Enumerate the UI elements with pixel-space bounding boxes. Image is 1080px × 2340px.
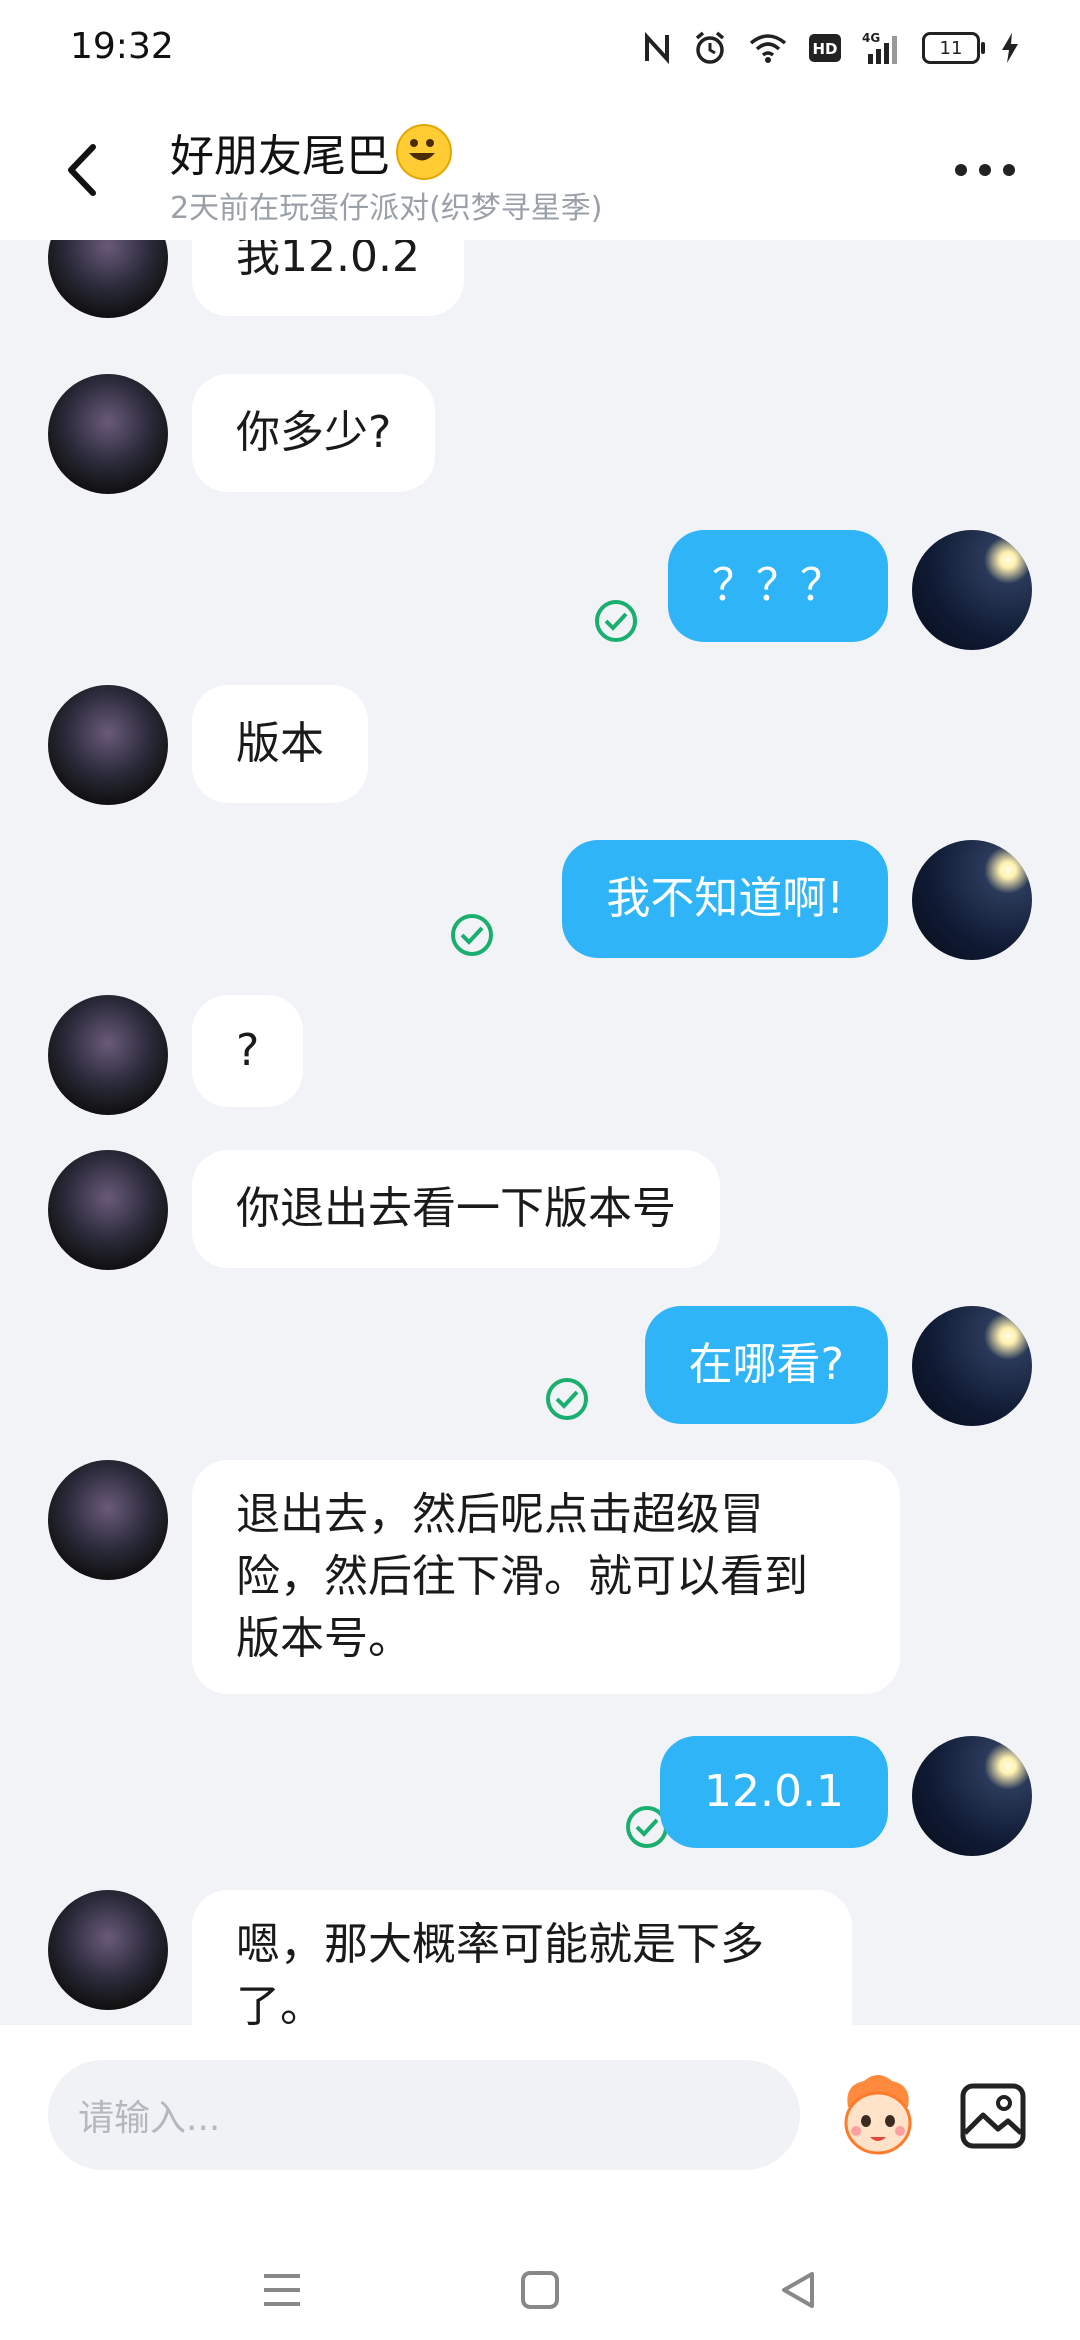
friend-avatar[interactable] [48,995,168,1115]
message-text: 版本 [236,718,324,769]
svg-text:4G: 4G [862,31,880,45]
message-text: ? [236,1025,260,1076]
alarm-icon [692,28,728,68]
composer: 请输入... [0,2025,1080,2340]
charging-icon [1000,28,1020,68]
friend-avatar[interactable] [48,1890,168,2010]
message-bubble-incoming[interactable]: ? [192,995,304,1107]
egg-mascot-icon [844,2075,912,2155]
menu-nav-button[interactable] [252,2260,312,2320]
message-bubble-incoming[interactable]: 退出去，然后呢点击超级冒 险，然后往下滑。就可以看到 版本号。 [192,1460,900,1694]
message-bubble-outgoing[interactable]: 在哪看? [644,1306,888,1424]
more-options-button[interactable] [955,155,1025,185]
nfc-icon [642,28,672,68]
message-text-line: 嗯，那大概率可能就是下多 [236,1919,764,1970]
my-avatar[interactable] [912,530,1032,650]
sticker-button[interactable] [830,2067,926,2163]
read-check-icon [450,913,494,957]
message-text-line: 了。 [236,1981,324,2025]
back-button[interactable] [55,135,115,205]
friend-avatar[interactable] [48,1460,168,1580]
chat-title: 好朋友尾巴 [170,120,452,184]
message-bubble-outgoing[interactable]: ？？？ [668,530,888,642]
dot-icon [979,164,991,176]
back-triangle-icon [782,2272,814,2308]
friend-avatar[interactable] [48,685,168,805]
chat-header: 好朋友尾巴 2天前在玩蛋仔派对(织梦寻星季) [0,95,1080,240]
my-avatar[interactable] [912,1306,1032,1426]
message-bubble-outgoing[interactable]: 我不知道啊! [562,840,888,958]
image-icon [960,2083,1026,2149]
message-text: 你退出去看一下版本号 [236,1183,676,1234]
message-text-line: 版本号。 [236,1613,412,1664]
status-time: 19:32 [70,26,174,67]
svg-text:HD: HD [812,40,837,58]
smiley-emoji-icon [396,124,452,180]
status-bar: 19:32 HD 4G 11 [0,0,1080,95]
friend-avatar[interactable] [48,240,168,318]
dot-icon [1003,164,1015,176]
message-list[interactable]: 我12.0.2 你多少? ？？？ 版本 我不知道啊! ? 你退出去看一下版本号 … [0,240,1080,2025]
message-input[interactable]: 请输入... [48,2060,800,2170]
message-bubble-incoming[interactable]: 嗯，那大概率可能就是下多 了。 [192,1890,852,2025]
home-square-icon [521,2271,559,2309]
message-text: 我不知道啊! [606,873,844,924]
back-nav-button[interactable] [768,2260,828,2320]
contact-status: 2天前在玩蛋仔派对(织梦寻星季) [170,191,603,226]
message-text: 你多少? [236,407,392,458]
message-bubble-incoming[interactable]: 我12.0.2 [192,240,464,316]
message-text-line: 退出去，然后呢点击超级冒 [236,1489,764,1540]
message-bubble-incoming[interactable]: 你多少? [192,374,436,492]
home-nav-button[interactable] [510,2260,570,2320]
dot-icon [955,164,967,176]
back-arrow-icon [68,144,96,196]
message-text: ？？？ [712,560,844,611]
status-icons: HD 4G 11 [642,28,1020,68]
friend-avatar[interactable] [48,374,168,494]
read-check-icon [594,599,638,643]
message-bubble-outgoing[interactable]: 12.0.1 [660,1736,888,1848]
my-avatar[interactable] [912,840,1032,960]
my-avatar[interactable] [912,1736,1032,1856]
read-check-icon [545,1377,589,1421]
message-bubble-incoming[interactable]: 版本 [192,685,368,803]
menu-icon [264,2274,300,2306]
message-text-line: 险，然后往下滑。就可以看到 [236,1551,808,1602]
system-nav-bar [0,2230,1080,2340]
signal-4g-icon: 4G [862,28,902,68]
hd-icon: HD [808,28,842,68]
contact-name: 好朋友尾巴 [170,131,390,182]
wifi-icon [748,28,788,68]
battery-icon: 11 [922,28,985,68]
message-text: 在哪看? [688,1339,844,1390]
message-bubble-incoming[interactable]: 你退出去看一下版本号 [192,1150,720,1268]
message-text: 我12.0.2 [236,240,420,282]
image-picker-button[interactable] [958,2081,1028,2151]
battery-level: 11 [939,37,963,59]
friend-avatar[interactable] [48,1150,168,1270]
message-text: 12.0.1 [704,1766,844,1817]
